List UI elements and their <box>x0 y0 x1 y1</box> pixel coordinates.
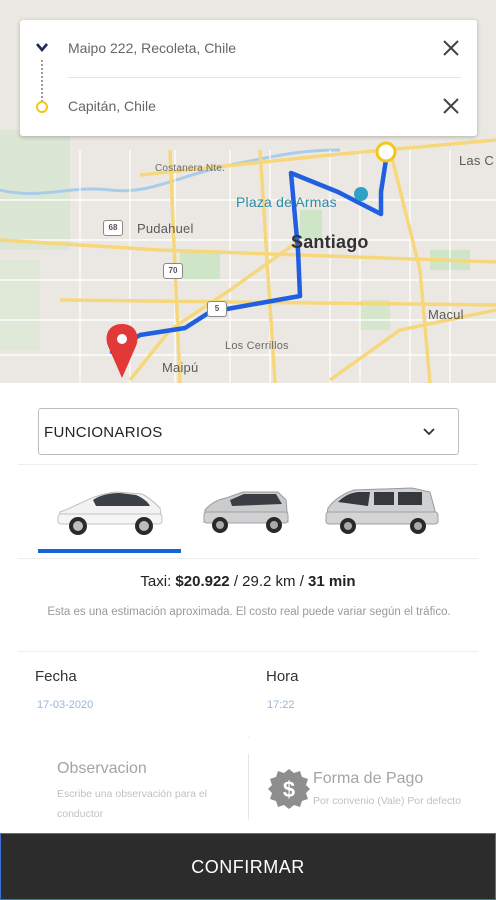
fare-price: $20.922 <box>175 573 230 590</box>
map-label-cerrillos: Los Cerrillos <box>225 340 289 352</box>
date-label: Fecha <box>35 668 77 685</box>
map-label-costanera: Costanera Nte. <box>155 163 226 174</box>
confirm-button[interactable]: CONFIRMAR <box>0 833 496 900</box>
vehicle-selected-indicator <box>38 549 181 553</box>
fare-summary: Taxi: $20.922 / 29.2 km / 31 min <box>0 573 496 590</box>
observation-title: Observacion <box>57 760 147 777</box>
map-label-maipu: Maipú <box>162 360 199 375</box>
map-label-las-condes: Las C <box>459 153 494 168</box>
dollar-badge-icon: $ <box>268 769 310 809</box>
svg-text:$: $ <box>283 777 295 802</box>
time-value[interactable]: 17:22 <box>267 699 295 711</box>
highway-shield-70: 70 <box>163 263 183 279</box>
fare-distance: 29.2 km <box>242 573 296 590</box>
map-label-santiago: Santiago <box>291 232 369 252</box>
vehicle-option-hatchback[interactable] <box>188 478 330 554</box>
time-label: Hora <box>266 668 299 685</box>
destination-circle-icon <box>36 101 48 113</box>
fare-disclaimer: Esta es una estimación aproximada. El co… <box>47 606 451 618</box>
origin-address[interactable]: Maipo 222, Recoleta, Chile <box>68 40 236 56</box>
hatchback-car-icon <box>203 491 289 533</box>
clear-origin-icon[interactable] <box>441 38 461 58</box>
date-value[interactable]: 17-03-2020 <box>37 699 93 711</box>
origin-row[interactable]: Maipo 222, Recoleta, Chile <box>20 20 477 76</box>
fare-sep: / <box>295 573 309 590</box>
destination-row[interactable]: Capitán, Chile <box>20 78 477 134</box>
chevron-down-icon <box>423 428 435 436</box>
divider <box>18 558 478 559</box>
highway-shield-68: 68 <box>103 220 123 236</box>
payment-title: Forma de Pago <box>313 770 424 787</box>
service-type-value: FUNCIONARIOS <box>44 424 163 441</box>
payment-subtitle: Por convenio (Vale) Por defecto <box>313 795 462 807</box>
vehicle-option-van[interactable] <box>322 478 464 554</box>
observation-placeholder[interactable]: Escribe una observación para el conducto… <box>57 784 239 824</box>
map-label-pudahuel: Pudahuel <box>137 221 194 236</box>
vehicle-option-sedan[interactable] <box>38 478 180 554</box>
clear-destination-icon[interactable] <box>441 96 461 116</box>
highway-shield-5: 5 <box>207 301 227 317</box>
service-type-select[interactable]: FUNCIONARIOS <box>38 408 459 455</box>
sedan-car-icon <box>57 491 163 535</box>
van-icon <box>325 487 439 534</box>
map-label-macul: Macul <box>428 307 464 322</box>
divider <box>18 651 478 652</box>
fare-prefix: Taxi: <box>140 573 176 590</box>
app-screen: Costanera Nte. Pudahuel Plaza de Armas S… <box>0 0 496 900</box>
origin-chevron-icon <box>36 43 48 53</box>
map-label-plaza: Plaza de Armas <box>236 194 337 210</box>
destination-address[interactable]: Capitán, Chile <box>68 98 156 114</box>
fare-sep: / <box>229 573 243 590</box>
fare-duration: 31 min <box>308 573 356 590</box>
divider <box>18 464 478 465</box>
route-card: Maipo 222, Recoleta, Chile Capitán, Chil… <box>20 20 477 136</box>
